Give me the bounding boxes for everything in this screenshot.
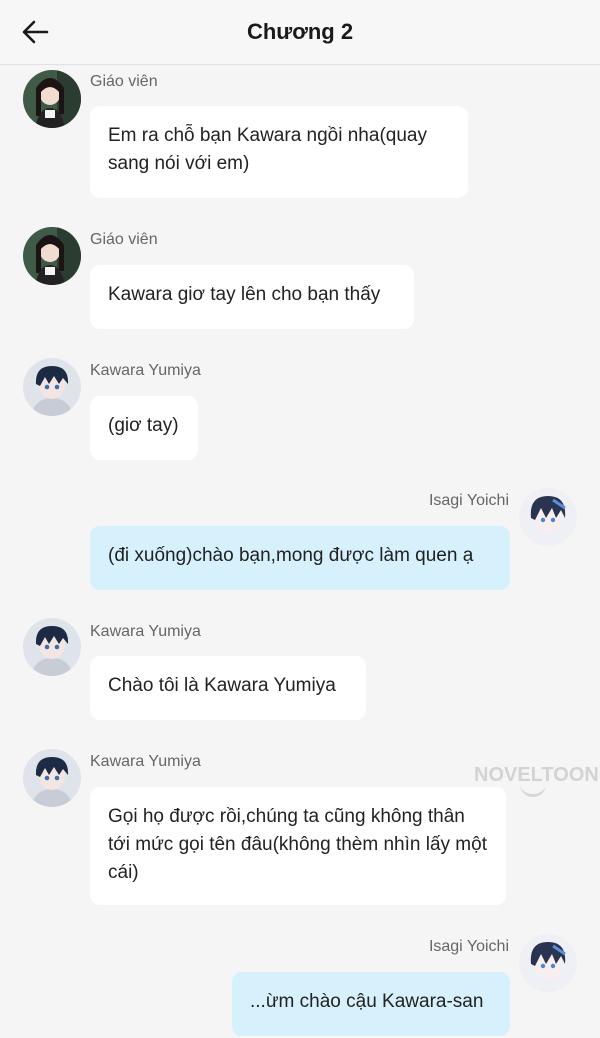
sender-name: Giáo viên bbox=[90, 231, 158, 248]
message-bubble[interactable]: (giơ tay) bbox=[90, 396, 198, 460]
top-bar: Chương 2 bbox=[0, 0, 600, 65]
sender-name: Kawara Yumiya bbox=[90, 623, 201, 640]
avatar-kawara[interactable] bbox=[23, 749, 81, 807]
avatar-kawara[interactable] bbox=[23, 358, 81, 416]
avatar-kawara[interactable] bbox=[23, 618, 81, 676]
sender-name: Kawara Yumiya bbox=[90, 753, 201, 770]
avatar-teacher[interactable] bbox=[23, 70, 81, 128]
avatar-isagi[interactable] bbox=[519, 488, 577, 546]
message-bubble[interactable]: Kawara giơ tay lên cho bạn thấy bbox=[90, 265, 414, 329]
message-bubble[interactable]: ...ừm chào cậu Kawara-san bbox=[232, 972, 510, 1036]
back-button[interactable] bbox=[18, 16, 52, 48]
page-title: Chương 2 bbox=[246, 19, 354, 44]
watermark-logo: NOVELTOON bbox=[474, 764, 599, 797]
arrow-left-icon bbox=[22, 20, 49, 44]
sender-name: Isagi Yoichi bbox=[428, 492, 509, 509]
sender-name: Isagi Yoichi bbox=[428, 938, 509, 955]
sender-name: Giáo viên bbox=[90, 73, 158, 90]
message-bubble[interactable]: Chào tôi là Kawara Yumiya bbox=[90, 656, 366, 720]
avatar-teacher[interactable] bbox=[23, 227, 81, 285]
message-bubble[interactable]: Em ra chỗ bạn Kawara ngồi nha(quay sang … bbox=[90, 106, 468, 198]
sender-name: Kawara Yumiya bbox=[90, 362, 201, 379]
message-bubble[interactable]: (đi xuống)chào bạn,mong được làm quen ạ bbox=[90, 526, 510, 590]
message-bubble[interactable]: Gọi họ được rồi,chúng ta cũng không thân… bbox=[90, 787, 506, 905]
avatar-isagi[interactable] bbox=[519, 934, 577, 992]
